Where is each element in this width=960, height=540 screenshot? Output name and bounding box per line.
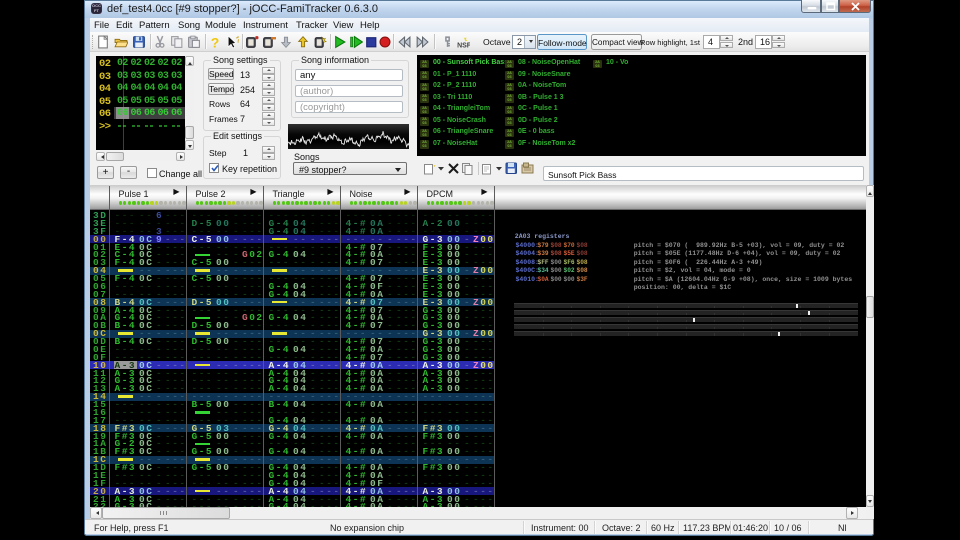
svg-text:NSF: NSF: [457, 42, 470, 49]
svg-text:?: ?: [236, 35, 239, 45]
svg-text:?: ?: [211, 35, 220, 49]
